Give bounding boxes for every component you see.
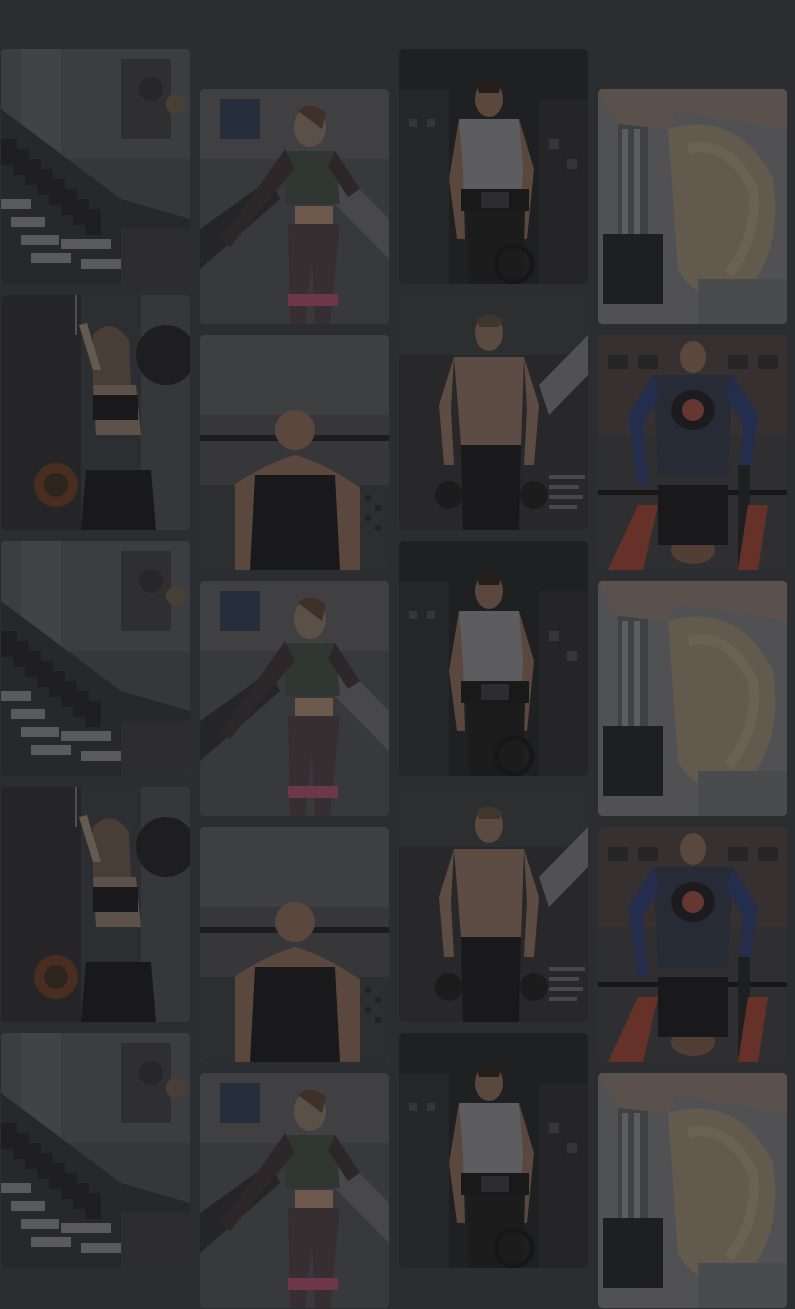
dim-overlay [200, 1073, 389, 1308]
dim-overlay [399, 49, 588, 284]
photo-tile-man-bench-press[interactable] [200, 335, 389, 570]
photo-tile-woman-cable-pulldown[interactable] [1, 295, 190, 530]
photo-tile-woman-resistance-band[interactable] [200, 1073, 389, 1308]
dim-overlay [598, 335, 787, 570]
photo-tile-woman-resistance-band[interactable] [200, 89, 389, 324]
dim-overlay [200, 581, 389, 816]
photo-tile-shirtless-man-kettlebells[interactable] [399, 295, 588, 530]
photo-tile-hand-gripping-dumbbell[interactable] [598, 1073, 787, 1308]
photo-tile-hand-gripping-dumbbell[interactable] [598, 581, 787, 816]
dim-overlay [399, 1033, 588, 1268]
photo-tile-hand-gripping-dumbbell[interactable] [598, 89, 787, 324]
photo-tile-shirtless-man-kettlebells[interactable] [399, 787, 588, 1022]
photo-tile-man-lifting-belt[interactable] [399, 1033, 588, 1268]
dim-overlay [598, 827, 787, 1062]
dim-overlay [399, 541, 588, 776]
dim-overlay [399, 295, 588, 530]
photo-tile-man-spotting-bench[interactable] [598, 335, 787, 570]
photo-tile-woman-resistance-band[interactable] [200, 581, 389, 816]
dim-overlay [598, 581, 787, 816]
dim-overlay [1, 49, 190, 284]
photo-tile-man-lifting-belt[interactable] [399, 541, 588, 776]
photo-tile-dumbbell-rack[interactable] [1, 541, 190, 776]
dim-overlay [399, 787, 588, 1022]
dim-overlay [1, 1033, 190, 1268]
photo-tile-man-spotting-bench[interactable] [598, 827, 787, 1062]
photo-tile-woman-cable-pulldown[interactable] [1, 787, 190, 1022]
photo-tile-dumbbell-rack[interactable] [1, 49, 190, 284]
dim-overlay [598, 1073, 787, 1308]
photo-gallery [0, 0, 795, 1309]
photo-tile-dumbbell-rack[interactable] [1, 1033, 190, 1268]
photo-tile-man-bench-press[interactable] [200, 827, 389, 1062]
dim-overlay [1, 295, 190, 530]
photo-tile-man-lifting-belt[interactable] [399, 49, 588, 284]
dim-overlay [1, 541, 190, 776]
dim-overlay [598, 89, 787, 324]
dim-overlay [200, 89, 389, 324]
dim-overlay [200, 335, 389, 570]
dim-overlay [1, 787, 190, 1022]
dim-overlay [200, 827, 389, 1062]
